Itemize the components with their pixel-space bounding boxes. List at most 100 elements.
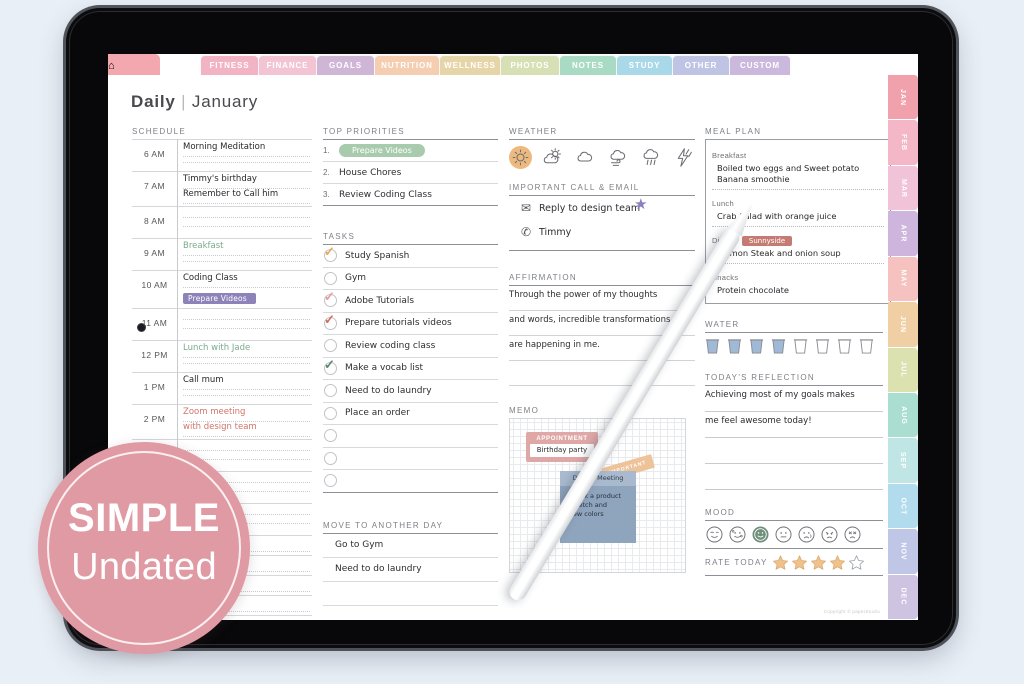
call-email-row[interactable]: ✉ Reply to design team ★: [509, 196, 695, 220]
task-checkbox[interactable]: ✓: [324, 358, 337, 375]
lightning-icon[interactable]: [672, 146, 695, 169]
schedule-chip[interactable]: Prepare Videos: [183, 293, 256, 304]
tab-notes[interactable]: NOTES: [560, 56, 616, 75]
mood-neutral-icon[interactable]: [774, 525, 793, 544]
water-cup-filled[interactable]: [771, 338, 786, 355]
schedule-event-cell[interactable]: Coding Class Prepare Videos: [177, 270, 312, 309]
meal-text[interactable]: Protein chocolate: [712, 285, 884, 296]
task-row[interactable]: [323, 469, 498, 492]
task-row[interactable]: ✓ Adobe Tutorials: [323, 289, 498, 312]
task-checkbox[interactable]: [324, 406, 337, 420]
mood-love-icon[interactable]: [705, 525, 724, 544]
tab-nutrition[interactable]: NUTRITION: [375, 56, 439, 75]
month-tab-dec[interactable]: DEC: [888, 574, 918, 620]
task-checkbox[interactable]: [324, 474, 337, 488]
reflection-line[interactable]: Achieving most of my goals makes: [705, 386, 883, 412]
priority-row[interactable]: 2. House Chores: [323, 161, 498, 183]
rain-cloud-icon[interactable]: [640, 146, 663, 169]
schedule-event-cell[interactable]: Timmy's birthday Remember to Call him: [177, 171, 312, 207]
month-tab-mar[interactable]: MAR: [888, 165, 918, 211]
meal-plan-box[interactable]: Breakfast Boiled two eggs and Sweet potat…: [705, 139, 891, 304]
mood-silly-icon[interactable]: [728, 525, 747, 544]
tab-wellness[interactable]: WELLNESS: [440, 56, 500, 75]
move-day-row[interactable]: [323, 580, 498, 605]
tab-fitness[interactable]: FITNESS: [201, 56, 258, 75]
schedule-event-cell[interactable]: Call mum: [177, 372, 312, 405]
task-row[interactable]: [323, 424, 498, 447]
schedule-event-cell[interactable]: Lunch with Jade: [177, 340, 312, 373]
reflection-line[interactable]: me feel awesome today!: [705, 412, 883, 438]
meal-text[interactable]: Boiled two eggs and Sweet potato: [712, 163, 884, 174]
cloud-icon[interactable]: [574, 146, 597, 169]
schedule-event-cell[interactable]: Morning Meditation: [177, 139, 312, 172]
meal-text[interactable]: Banana smoothie: [712, 174, 884, 185]
water-cup-empty[interactable]: [815, 338, 830, 355]
month-tab-may[interactable]: MAY: [888, 256, 918, 302]
priority-row[interactable]: 1. Prepare Videos: [323, 139, 498, 161]
schedule-event-cell[interactable]: [177, 308, 312, 341]
reflection-lines[interactable]: Achieving most of my goals makes me feel …: [705, 386, 883, 490]
tab-other[interactable]: OTHER: [673, 56, 729, 75]
task-checkbox[interactable]: [324, 429, 337, 443]
mood-sad-icon[interactable]: [797, 525, 816, 544]
memo-appointment-card[interactable]: APPOINTMENT Birthday party: [526, 432, 598, 462]
task-checkbox[interactable]: [324, 271, 337, 285]
water-cup-filled[interactable]: [727, 338, 742, 355]
meal-text[interactable]: Salmon Steak and onion soup: [712, 248, 884, 259]
mood-worried-icon[interactable]: [820, 525, 839, 544]
task-row[interactable]: Review coding class: [323, 334, 498, 357]
month-tab-feb[interactable]: FEB: [888, 120, 918, 165]
task-row[interactable]: Gym: [323, 266, 498, 290]
task-checkbox[interactable]: [324, 384, 337, 398]
sun-icon[interactable]: [509, 146, 532, 169]
month-tab-aug[interactable]: AUG: [888, 392, 918, 438]
schedule-event-cell[interactable]: Breakfast: [177, 238, 312, 271]
task-row[interactable]: ✓ Prepare tutorials videos: [323, 311, 498, 335]
task-checkbox[interactable]: ✓: [324, 290, 337, 308]
tab-finance[interactable]: FINANCE: [259, 56, 316, 75]
water-cup-empty[interactable]: [793, 338, 808, 355]
star-icon-filled[interactable]: [810, 554, 827, 571]
month-tab-apr[interactable]: APR: [888, 211, 918, 256]
reflection-line[interactable]: [705, 438, 883, 464]
call-email-row[interactable]: ✆ Timmy: [509, 220, 695, 244]
star-icon-filled[interactable]: [791, 554, 808, 571]
month-tab-jan[interactable]: JAN: [888, 75, 918, 120]
mood-upset-icon[interactable]: [843, 525, 862, 544]
tab-home[interactable]: ⌂: [108, 54, 160, 75]
tab-goals[interactable]: GOALS: [317, 56, 374, 75]
priority-row[interactable]: 3. Review Coding Class: [323, 183, 498, 205]
month-tab-jul[interactable]: JUL: [888, 347, 918, 392]
star-icon-filled[interactable]: [772, 554, 789, 571]
star-icon-filled[interactable]: [829, 554, 846, 571]
task-checkbox[interactable]: ✓: [324, 313, 337, 330]
month-tab-nov[interactable]: NOV: [888, 529, 918, 574]
tab-study[interactable]: STUDY: [617, 56, 672, 75]
month-tab-oct[interactable]: OCT: [888, 483, 918, 529]
water-cup-empty[interactable]: [859, 338, 874, 355]
task-row[interactable]: Place an order: [323, 401, 498, 425]
schedule-event-cell[interactable]: [177, 206, 312, 239]
water-cup-filled[interactable]: [705, 338, 720, 355]
reflection-line[interactable]: [705, 464, 883, 490]
affirmation-line[interactable]: Through the power of my thoughts: [509, 286, 695, 311]
move-day-row[interactable]: Go to Gym: [323, 532, 498, 557]
task-checkbox[interactable]: ✓: [324, 245, 337, 263]
water-cup-empty[interactable]: [837, 338, 852, 355]
wind-cloud-icon[interactable]: [607, 146, 630, 169]
mood-happy-icon[interactable]: [751, 525, 770, 544]
task-checkbox[interactable]: [324, 451, 337, 465]
move-day-row[interactable]: [323, 604, 498, 621]
task-checkbox[interactable]: [324, 339, 337, 353]
move-day-row[interactable]: Need to do laundry: [323, 556, 498, 581]
water-cup-filled[interactable]: [749, 338, 764, 355]
task-row[interactable]: [323, 446, 498, 470]
sun-cloud-icon[interactable]: [542, 146, 565, 169]
task-row[interactable]: ✓ Make a vocab list: [323, 356, 498, 380]
task-row[interactable]: ✓ Study Spanish: [323, 244, 498, 267]
schedule-event-cell[interactable]: Zoom meeting with design team: [177, 404, 312, 440]
tab-photos[interactable]: PHOTOS: [501, 56, 559, 75]
task-row[interactable]: Need to do laundry: [323, 379, 498, 402]
tab-custom[interactable]: CUSTOM: [730, 56, 790, 75]
affirmation-line[interactable]: [509, 361, 695, 386]
